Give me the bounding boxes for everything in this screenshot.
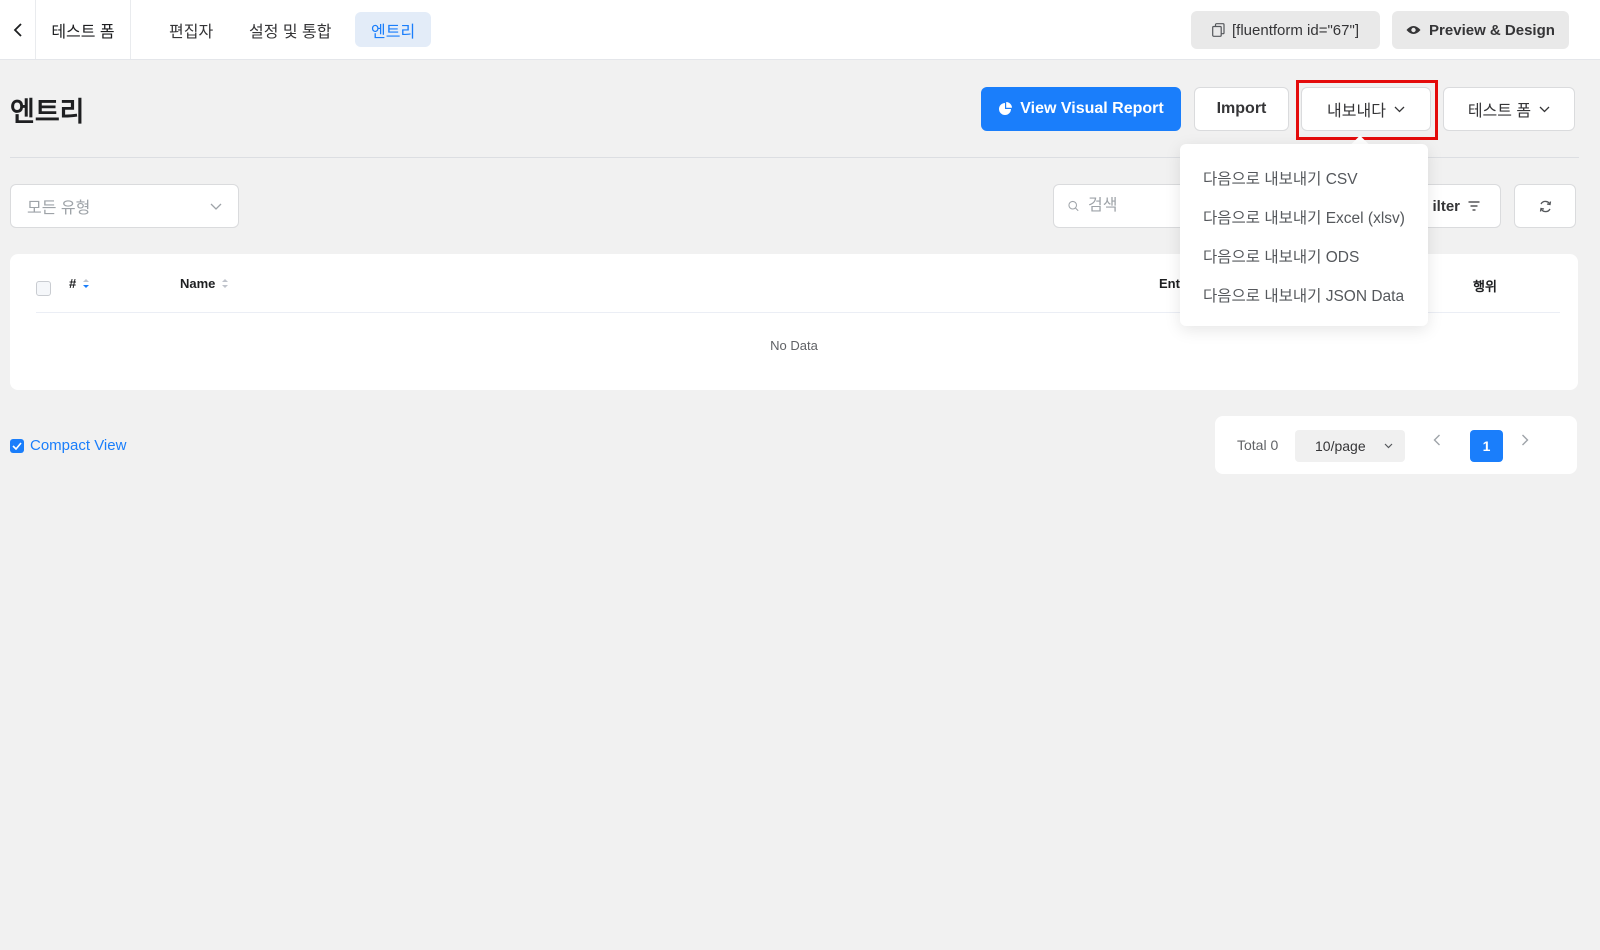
- tab-editor[interactable]: 편집자: [153, 12, 229, 47]
- tab-settings-integrations[interactable]: 설정 및 통합: [233, 12, 348, 47]
- shortcode-text: [fluentform id="67"]: [1232, 21, 1359, 39]
- chevron-left-icon: [13, 22, 22, 37]
- filter-icon: [1468, 201, 1480, 211]
- page-number-current[interactable]: 1: [1470, 430, 1503, 462]
- form-select-label: 테스트 폼: [1467, 103, 1532, 120]
- prev-page-button[interactable]: [1433, 434, 1441, 446]
- form-name: 테스트 폼: [36, 0, 131, 59]
- export-csv-option[interactable]: 다음으로 내보내기 CSV: [1180, 158, 1428, 197]
- export-json-option[interactable]: 다음으로 내보내기 JSON Data: [1180, 275, 1428, 314]
- next-page-button[interactable]: [1521, 434, 1529, 446]
- eye-icon: [1406, 26, 1421, 34]
- total-count: Total 0: [1237, 437, 1279, 453]
- sort-icon: [83, 279, 90, 288]
- preview-design-label: Preview & Design: [1429, 21, 1555, 39]
- chevron-down-icon: [1394, 106, 1405, 112]
- chevron-down-icon: [1384, 443, 1393, 449]
- compact-view-toggle[interactable]: Compact View: [10, 437, 126, 454]
- top-bar: 테스트 폼 편집자 설정 및 통합 엔트리 [fluentform id="67…: [0, 0, 1600, 60]
- refresh-icon: [1539, 200, 1551, 212]
- pagination: Total 0 10/page 1: [1215, 416, 1577, 474]
- shortcode-copy-button[interactable]: [fluentform id="67"]: [1191, 11, 1380, 49]
- pie-chart-icon: [999, 102, 1013, 115]
- view-visual-report-button[interactable]: View Visual Report: [981, 87, 1181, 131]
- entry-type-select[interactable]: 모든 유형: [10, 184, 239, 228]
- export-ods-option[interactable]: 다음으로 내보내기 ODS: [1180, 236, 1428, 275]
- column-header-actions: 행위: [1473, 279, 1497, 294]
- column-header-entry[interactable]: Ent: [1159, 276, 1180, 291]
- no-data-text: No Data: [770, 338, 818, 353]
- view-visual-report-label: View Visual Report: [1020, 100, 1164, 117]
- export-excel-option[interactable]: 다음으로 내보내기 Excel (xlsv): [1180, 197, 1428, 236]
- page-title: 엔트리: [10, 97, 85, 127]
- compact-view-checkbox[interactable]: [10, 438, 24, 453]
- column-id-label: #: [69, 276, 77, 291]
- page-size-value: 10/page: [1315, 438, 1366, 454]
- sort-icon: [222, 279, 229, 288]
- refresh-button[interactable]: [1514, 184, 1576, 228]
- tab-entries[interactable]: 엔트리: [355, 12, 432, 47]
- export-label: 내보내다: [1327, 103, 1386, 120]
- back-button[interactable]: [0, 0, 36, 59]
- search-icon: [1068, 200, 1079, 212]
- import-button[interactable]: Import: [1194, 87, 1289, 131]
- form-select-button[interactable]: 테스트 폼: [1443, 87, 1575, 131]
- column-name-label: Name: [180, 276, 216, 291]
- compact-view-label: Compact View: [30, 437, 127, 454]
- entry-type-value: 모든 유형: [27, 200, 91, 217]
- export-dropdown-menu: 다음으로 내보내기 CSV 다음으로 내보내기 Excel (xlsv) 다음으…: [1180, 144, 1428, 326]
- filter-label: ilter: [1432, 197, 1460, 215]
- chevron-down-icon: [210, 203, 222, 210]
- chevron-left-icon: [1433, 434, 1440, 446]
- checkmark-icon: [12, 441, 22, 450]
- page-size-select[interactable]: 10/page: [1295, 430, 1405, 462]
- select-all-checkbox[interactable]: [36, 281, 51, 296]
- copy-icon: [1212, 23, 1225, 37]
- column-header-name[interactable]: Name: [180, 276, 229, 291]
- chevron-right-icon: [1522, 434, 1529, 446]
- export-button[interactable]: 내보내다: [1301, 87, 1431, 131]
- column-header-id[interactable]: #: [69, 276, 90, 291]
- preview-design-button[interactable]: Preview & Design: [1392, 11, 1569, 49]
- chevron-down-icon: [1539, 106, 1550, 112]
